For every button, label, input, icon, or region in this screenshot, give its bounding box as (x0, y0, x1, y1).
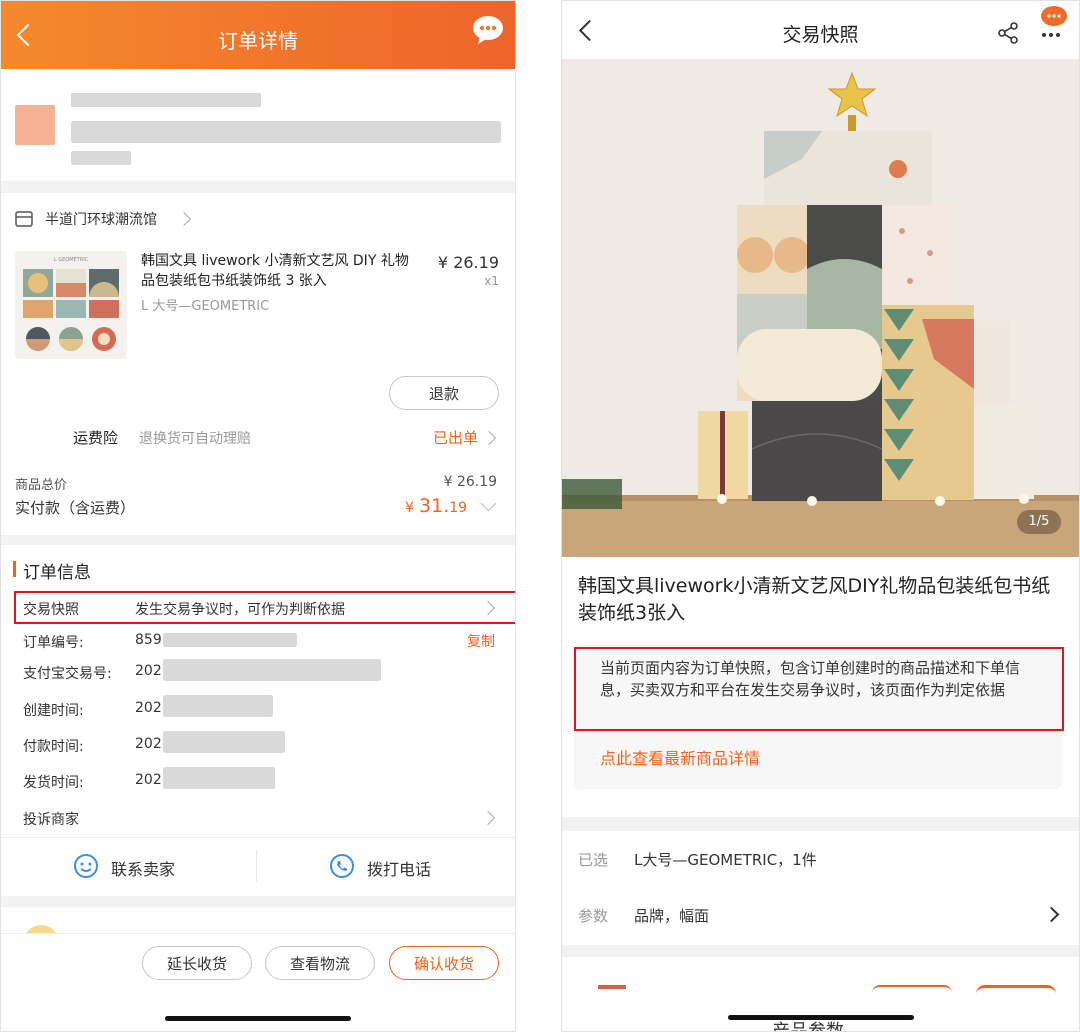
insurance-status: 已出单 (433, 429, 479, 447)
paid-integer: 31. (419, 495, 450, 517)
alipay-no-blur (163, 659, 381, 681)
params-value: 品牌，幅面 (634, 907, 710, 925)
complaint-label: 投诉商家 (23, 812, 79, 828)
confirm-receipt-button[interactable]: 确认收货 (389, 946, 499, 980)
shop-row[interactable]: 半道门环球潮流馆 (1, 193, 515, 243)
goods-total-label: 商品总价 (15, 478, 68, 493)
order-no-label: 订单编号: (23, 635, 84, 651)
contact-bar: 联系卖家 拨打电话 (1, 837, 515, 896)
alipay-no-value: 202 (135, 663, 162, 679)
shop-name: 半道门环球潮流馆 (45, 212, 157, 228)
call-phone-button[interactable]: 拨打电话 (257, 838, 515, 894)
home-indicator (728, 1015, 914, 1020)
trade-snapshot-screen: 交易快照 1/5 韩国文具livework小清新文艺风DIY礼物品包装纸包书纸装… (561, 0, 1080, 1032)
address-blur-1 (71, 93, 261, 107)
paid-total-value: ¥ 31.19 (405, 495, 467, 517)
order-no-value: 859 (135, 632, 162, 648)
insurance-label: 运费险 (73, 429, 119, 447)
gallery-indicator: 1/5 (1017, 510, 1061, 534)
snapshot-product-title: 韩国文具livework小清新文艺风DIY礼物品包装纸包书纸装饰纸3张入 (578, 575, 1051, 624)
params-label: 参数 (578, 907, 609, 925)
copy-button[interactable]: 复制 (467, 631, 495, 651)
params-row[interactable]: 参数 品牌，幅面 (562, 887, 1079, 943)
created-time-blur (163, 695, 273, 717)
address-blur-2 (71, 121, 501, 143)
shipped-time-blur (163, 767, 275, 789)
thumb-caption: L GEOMETRIC (53, 257, 89, 263)
share-icon[interactable] (996, 21, 1020, 45)
order-detail-header: 订单详情 (1, 1, 515, 69)
message-button[interactable] (471, 13, 505, 47)
chevron-right-icon (1043, 906, 1060, 923)
selected-label: 已选 (578, 851, 609, 869)
snapshot-info-card: 韩国文具livework小清新文艺风DIY礼物品包装纸包书纸装饰纸3张入 当前页… (562, 557, 1079, 817)
paid-time-label: 付款时间: (23, 739, 84, 755)
product-spec: L 大号—GEOMETRIC (141, 299, 270, 314)
location-icon (15, 105, 55, 145)
bottom-action-bar: 延长收货 查看物流 确认收货 (1, 933, 515, 1031)
call-phone-label: 拨打电话 (367, 860, 432, 879)
spec-card: 已选 L大号—GEOMETRIC，1件 参数 品牌，幅面 (562, 831, 1079, 945)
snapshot-header: 交易快照 (562, 1, 1079, 59)
section-accent-bar (13, 561, 16, 577)
product-title: 韩国文具 livework 小清新文艺风 DIY 礼物品包装纸包书纸装饰纸 3 … (141, 253, 409, 289)
chevron-right-icon (480, 810, 496, 826)
selected-spec-row[interactable]: 已选 L大号—GEOMETRIC，1件 (562, 831, 1079, 887)
alipay-no-label: 支付宝交易号: (23, 666, 112, 682)
contact-seller-label: 联系卖家 (111, 860, 176, 879)
chevron-right-icon (481, 430, 497, 446)
home-indicator (165, 1016, 351, 1021)
view-logistics-button[interactable]: 查看物流 (265, 946, 375, 980)
more-button[interactable] (1036, 5, 1070, 45)
chevron-right-icon (176, 211, 192, 227)
product-price: ¥ 26.19 (437, 253, 499, 272)
highlight-box-snapshot (14, 591, 515, 624)
phone-icon (330, 854, 354, 878)
selected-value: L大号—GEOMETRIC，1件 (634, 851, 817, 869)
view-latest-details-link[interactable]: 点此查看最新商品详情 (600, 745, 760, 769)
expand-chevron-icon[interactable] (480, 495, 497, 512)
order-info-card: 订单信息 交易快照 发生交易争议时，可作为判断依据 订单编号: 859 复制 支… (1, 545, 515, 837)
paid-decimal: 19 (449, 500, 468, 516)
created-time-label: 创建时间: (23, 703, 84, 719)
product-card: 半道门环球潮流馆 L GEOMETRIC 韩国文具 livework 小清新文艺… (1, 193, 515, 535)
paid-time-value: 202 (135, 736, 162, 752)
created-time-value: 202 (135, 700, 162, 716)
highlight-box-notice (574, 647, 1064, 731)
extend-receipt-button[interactable]: 延长收货 (142, 946, 252, 980)
shipped-time-value: 202 (135, 772, 162, 788)
bottom-partial-card: 产品参数 (562, 957, 1079, 1031)
chat-bubble-icon (473, 16, 503, 44)
gift-boxes-image (562, 59, 1079, 557)
order-no-blur (163, 633, 297, 647)
shipping-insurance-row[interactable]: 运费险 退换货可自动理赔 已出单 (1, 421, 515, 453)
shop-icon (15, 211, 33, 227)
contact-seller-button[interactable]: 联系卖家 (1, 838, 255, 894)
product-thumbnail: L GEOMETRIC (15, 251, 127, 359)
refund-button[interactable]: 退款 (389, 376, 499, 410)
geometric-pattern-image (23, 269, 119, 351)
address-card[interactable] (1, 69, 515, 181)
page-title: 订单详情 (218, 29, 298, 53)
paid-time-blur (163, 731, 285, 753)
order-info-title: 订单信息 (23, 563, 91, 583)
bottom-button-edge (976, 985, 1056, 994)
product-qty: x1 (484, 274, 499, 288)
address-blur-3 (71, 151, 131, 165)
paid-total-label: 实付款（含运费） (15, 499, 136, 517)
message-badge-icon (1041, 6, 1067, 37)
paid-currency: ¥ (405, 500, 414, 516)
smile-chat-icon (74, 854, 98, 878)
bottom-button-edge (872, 985, 952, 993)
complaint-row[interactable]: 投诉商家 (1, 801, 515, 835)
product-row[interactable]: L GEOMETRIC 韩国文具 livework 小清新文艺风 DIY 礼物品… (1, 249, 515, 359)
insurance-desc: 退换货可自动理赔 (139, 431, 251, 447)
red-marker (598, 985, 626, 989)
product-image-gallery[interactable]: 1/5 (562, 59, 1079, 557)
shipped-time-label: 发货时间: (23, 775, 84, 791)
order-detail-screen: 订单详情 半道门环球潮流馆 L GEOMETRIC 韩国文具 livework … (0, 0, 516, 1032)
goods-total-value: ¥ 26.19 (443, 474, 497, 490)
